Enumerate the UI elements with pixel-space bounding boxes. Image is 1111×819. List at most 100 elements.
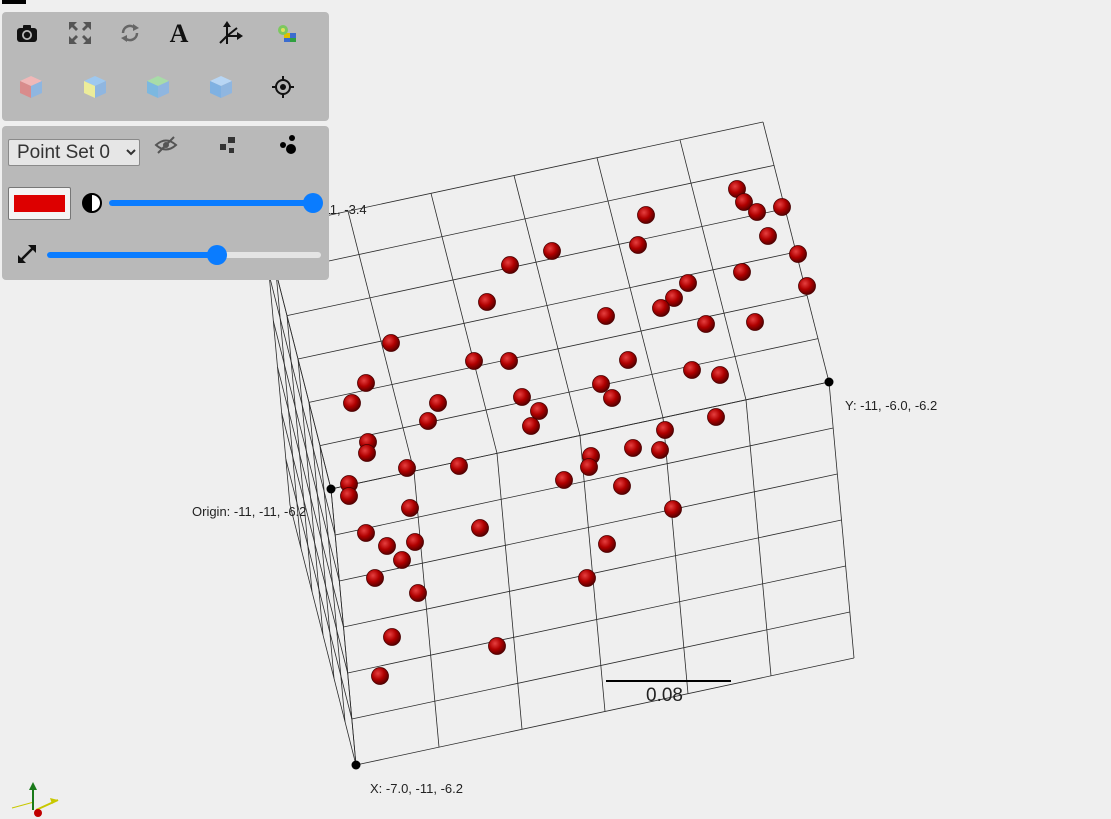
- toggle-labels-button[interactable]: A: [162, 16, 196, 50]
- point-sphere: [679, 274, 697, 292]
- grid-line: [297, 251, 797, 360]
- point-sphere: [683, 361, 701, 379]
- opacity-slider-thumb[interactable]: [303, 193, 323, 213]
- screenshot-button[interactable]: [10, 16, 44, 50]
- point-sphere: [624, 439, 642, 457]
- point-color-picker[interactable]: [8, 187, 71, 220]
- point-sphere: [478, 293, 496, 311]
- point-sphere: [501, 256, 519, 274]
- point-sphere: [429, 394, 447, 412]
- fullscreen-icon: [69, 22, 91, 44]
- y-axis-label: Y: -11, -6.0, -6.2: [845, 398, 938, 413]
- point-size-slider-thumb[interactable]: [206, 245, 227, 265]
- view-y-button[interactable]: [78, 70, 112, 104]
- color-palette-icon: [278, 25, 296, 42]
- viewer-toolbar: A: [2, 12, 329, 121]
- point-sphere: [597, 307, 615, 325]
- point-sphere: [378, 537, 396, 555]
- text-icon: A: [170, 20, 189, 46]
- sphere-points-icon: [280, 135, 296, 154]
- point-cloud: [340, 180, 816, 685]
- x-axis-label: X: -7.0, -11, -6.2: [370, 781, 463, 796]
- point-sphere: [664, 500, 682, 518]
- grid-line: [662, 417, 689, 694]
- toggle-visibility-button[interactable]: [149, 128, 183, 162]
- point-sphere: [629, 236, 647, 254]
- toggle-axes-button[interactable]: [214, 16, 248, 50]
- square-points-button[interactable]: [210, 128, 244, 162]
- point-size-slider[interactable]: [47, 245, 321, 265]
- point-sphere: [619, 351, 637, 369]
- point-sphere: [697, 315, 715, 333]
- point-sphere: [500, 352, 518, 370]
- point-sphere: [382, 334, 400, 352]
- point-sphere: [522, 417, 540, 435]
- point-sphere: [603, 389, 621, 407]
- grid-line: [351, 611, 850, 720]
- grid-line: [828, 381, 855, 659]
- auto-rotate-button[interactable]: [113, 16, 147, 50]
- point-sphere: [393, 551, 411, 569]
- point-set-select[interactable]: Point Set 0: [8, 139, 140, 166]
- sphere-points-button[interactable]: [271, 128, 305, 162]
- point-sphere: [340, 487, 358, 505]
- default-view-button[interactable]: [204, 70, 238, 104]
- point-sphere: [471, 519, 489, 537]
- point-sphere: [733, 263, 751, 281]
- point-sphere: [343, 394, 361, 412]
- point-sphere: [543, 242, 561, 260]
- point-sphere: [613, 477, 631, 495]
- point-color-swatch: [14, 195, 65, 212]
- point-sphere: [592, 375, 610, 393]
- grid-line: [355, 657, 855, 766]
- opacity-slider-fill: [109, 200, 313, 206]
- orientation-gizmo: [11, 782, 59, 817]
- grid-line: [281, 412, 349, 674]
- point-sphere: [450, 457, 468, 475]
- grid-line: [286, 208, 786, 317]
- view-x-button[interactable]: [14, 70, 48, 104]
- point-sphere: [637, 206, 655, 224]
- point-sphere: [652, 299, 670, 317]
- cube-view-x-icon: [20, 76, 42, 98]
- point-sphere: [555, 471, 573, 489]
- target-icon: [272, 76, 294, 98]
- axes-icon: [219, 21, 243, 44]
- point-sphere: [746, 313, 764, 331]
- cube-view-z-icon: [147, 76, 169, 98]
- point-sphere: [401, 499, 419, 517]
- point-sphere: [398, 459, 416, 477]
- contrast-icon: [82, 193, 102, 213]
- point-sphere: [651, 441, 669, 459]
- point-sphere: [598, 535, 616, 553]
- size-icon-wrapper: [10, 237, 44, 271]
- colors-button[interactable]: [269, 16, 303, 50]
- point-sphere: [488, 637, 506, 655]
- cube-view-y-icon: [84, 76, 106, 98]
- square-points-icon: [220, 137, 235, 153]
- point-sphere: [383, 628, 401, 646]
- view-z-button[interactable]: [141, 70, 175, 104]
- origin-label: Origin: -11, -11, -6.2: [192, 504, 307, 519]
- point-sphere: [513, 388, 531, 406]
- point-sphere: [707, 408, 725, 426]
- resize-icon: [18, 245, 36, 263]
- point-sphere: [357, 524, 375, 542]
- opacity-slider[interactable]: [109, 193, 323, 213]
- fullscreen-button[interactable]: [63, 16, 97, 50]
- 3d-viewport[interactable]: [0, 0, 1111, 819]
- point-sphere: [759, 227, 777, 245]
- svg-text:A: A: [170, 20, 189, 46]
- scale-bar-label: 0.08: [646, 685, 683, 706]
- grid-line: [745, 399, 772, 676]
- camera-icon: [17, 25, 37, 42]
- grid-line: [275, 164, 775, 273]
- center-view-button[interactable]: [266, 70, 300, 104]
- point-sphere: [798, 277, 816, 295]
- point-sphere: [578, 569, 596, 587]
- opacity-icon-wrapper: [75, 186, 109, 220]
- point-sphere: [366, 569, 384, 587]
- point-sphere: [580, 458, 598, 476]
- point-sphere: [358, 444, 376, 462]
- point-sphere: [465, 352, 483, 370]
